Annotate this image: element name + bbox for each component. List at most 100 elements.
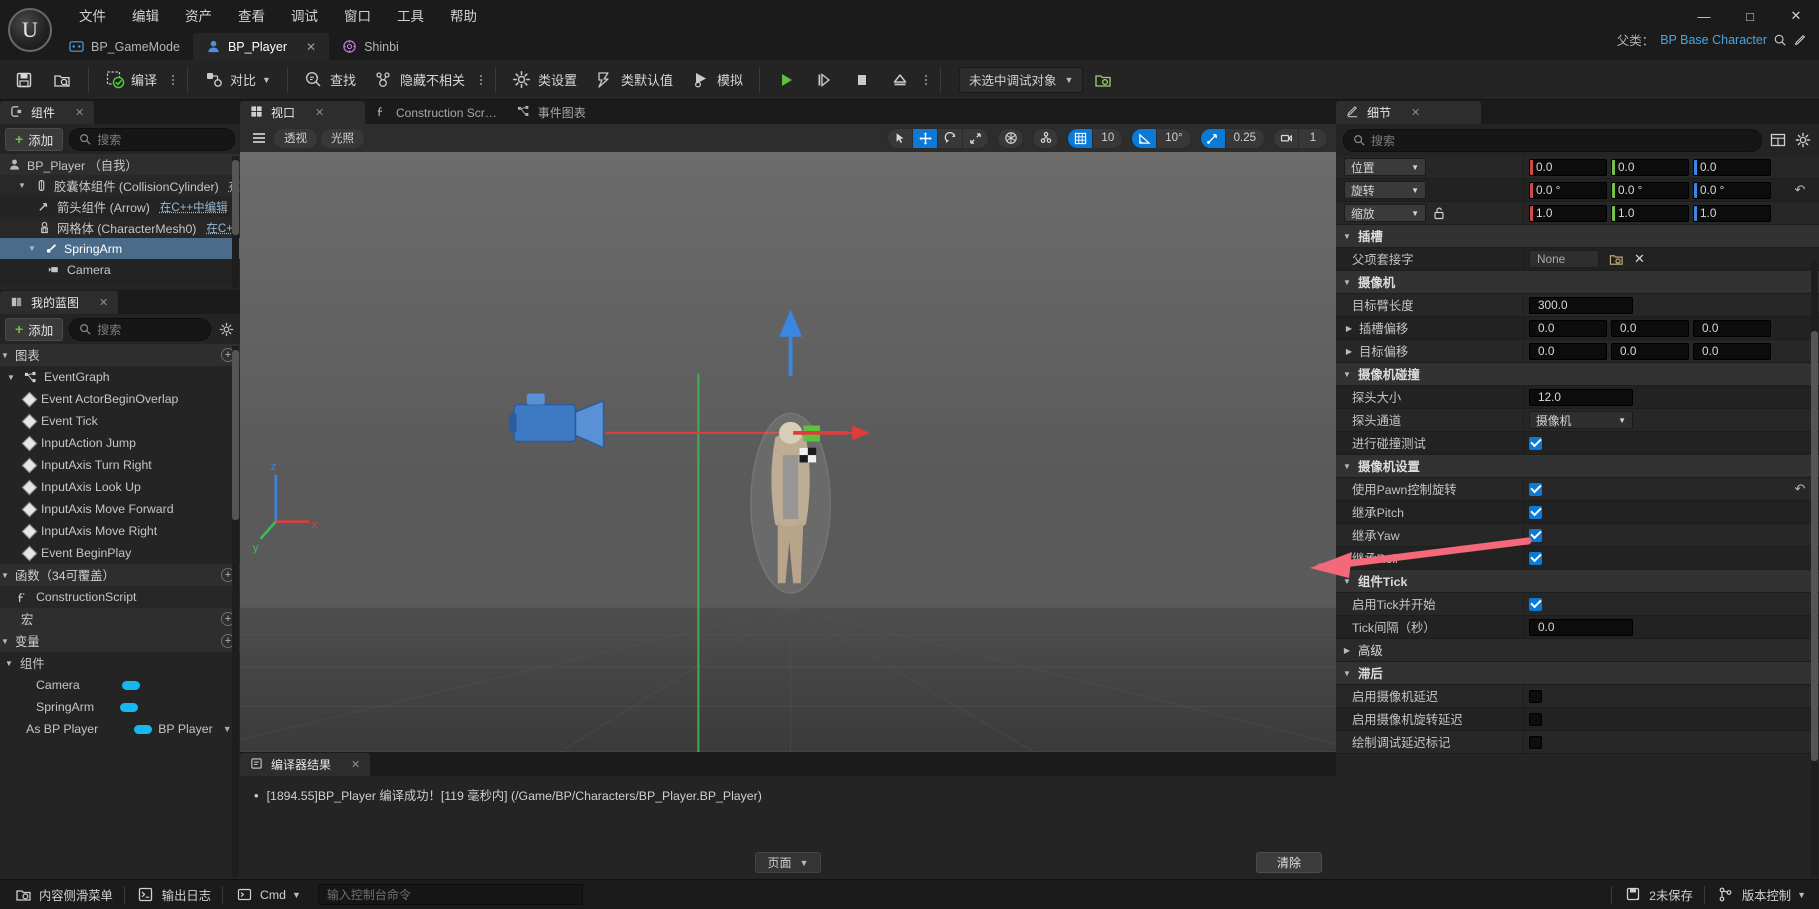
- tree-row[interactable]: 网格体 (CharacterMesh0) 在C+: [0, 217, 240, 238]
- scale-dropdown[interactable]: 缩放 ▼: [1344, 204, 1426, 222]
- chevron-down-icon[interactable]: ▼: [6, 373, 16, 382]
- cpp-edit-link[interactable]: 在C++中编辑: [160, 199, 228, 215]
- column-layout-icon[interactable]: [1769, 131, 1787, 149]
- tree-row-springarm[interactable]: ▼ SpringArm: [0, 238, 240, 259]
- angle-icon[interactable]: [1132, 128, 1158, 148]
- my-blueprint-scroll-thumb[interactable]: [232, 350, 239, 520]
- rotation-y-input[interactable]: 0.0 °: [1611, 181, 1689, 199]
- start-with-tick-enabled-checkbox[interactable]: [1529, 597, 1542, 611]
- viewport-lighting-button[interactable]: 光照: [321, 128, 364, 148]
- stop-button[interactable]: [844, 65, 880, 95]
- category-component-tick[interactable]: ▼ 组件Tick: [1336, 570, 1819, 593]
- tab-compiler-results[interactable]: 编译器结果 ✕: [240, 753, 371, 776]
- class-defaults-button[interactable]: 类默认值: [587, 65, 681, 95]
- surface-snap-button[interactable]: [1032, 127, 1060, 149]
- scale-icon[interactable]: [963, 129, 988, 148]
- category-sockets[interactable]: ▼ 插槽: [1336, 225, 1819, 248]
- section-functions[interactable]: ▼ 函数（34可覆盖） +: [0, 564, 240, 586]
- target-offset-z-input[interactable]: 0.0: [1693, 342, 1771, 360]
- chevron-right-icon[interactable]: ▶: [1344, 347, 1354, 356]
- details-scroll-thumb[interactable]: [1811, 331, 1818, 761]
- parent-socket-field[interactable]: None: [1529, 250, 1599, 268]
- tick-interval-input[interactable]: 0.0: [1529, 618, 1633, 636]
- menu-asset[interactable]: 资产: [172, 0, 225, 30]
- chevron-down-icon[interactable]: ▼: [0, 571, 10, 580]
- inherit-yaw-checkbox[interactable]: [1529, 528, 1542, 542]
- inherit-roll-checkbox[interactable]: [1529, 551, 1542, 565]
- menu-file[interactable]: 文件: [66, 0, 119, 30]
- scale-z-input[interactable]: 1.0: [1693, 204, 1771, 222]
- menu-view[interactable]: 查看: [225, 0, 278, 30]
- list-item-event[interactable]: Event Tick: [0, 410, 240, 432]
- list-item-event[interactable]: InputAxis Move Right: [0, 520, 240, 542]
- gear-icon[interactable]: [217, 320, 235, 338]
- variable-item-partial[interactable]: [0, 740, 240, 762]
- viewport-3d[interactable]: z y x: [240, 152, 1336, 752]
- simulate-button[interactable]: 模拟: [683, 65, 751, 95]
- step-button[interactable]: [806, 65, 842, 95]
- variable-item-as-bp-player[interactable]: As BP Player BP Player ▼: [0, 718, 240, 740]
- target-arm-length-input[interactable]: 300.0: [1529, 296, 1633, 314]
- category-advanced[interactable]: ▶ 高级: [1336, 639, 1819, 662]
- chevron-down-icon[interactable]: ▼: [0, 637, 10, 646]
- source-control-button[interactable]: 版本控制 ▼: [1705, 882, 1817, 908]
- chevron-right-icon[interactable]: ▶: [1342, 646, 1352, 655]
- close-icon[interactable]: ✕: [75, 106, 84, 119]
- move-icon[interactable]: [913, 128, 939, 148]
- enable-camera-rotation-lag-checkbox[interactable]: [1529, 712, 1542, 726]
- variable-item-springarm[interactable]: SpringArm: [0, 696, 240, 718]
- list-item-eventgraph[interactable]: ▼ EventGraph: [0, 366, 240, 388]
- hide-unrelated-options-button[interactable]: [475, 74, 487, 85]
- tab-details[interactable]: 细节 ✕: [1336, 101, 1481, 124]
- list-item-event[interactable]: InputAxis Look Up: [0, 476, 240, 498]
- chevron-down-icon[interactable]: ▼: [26, 244, 38, 253]
- camera-speed-value[interactable]: 1: [1299, 129, 1327, 148]
- rotation-dropdown[interactable]: 旋转 ▼: [1344, 181, 1426, 199]
- eject-button[interactable]: [882, 65, 918, 95]
- output-log-button[interactable]: 输出日志: [125, 882, 222, 908]
- parent-class-link[interactable]: BP Base Character: [1660, 33, 1767, 47]
- play-button[interactable]: [768, 65, 804, 95]
- compiler-result-line[interactable]: • [1894.55]BP_Player 编译成功！[119 毫秒内] (/Ga…: [254, 786, 1322, 804]
- document-tab-shinbi[interactable]: Shinbi: [329, 33, 412, 60]
- console-command-input[interactable]: 输入控制台命令: [317, 884, 583, 905]
- close-icon[interactable]: ✕: [306, 40, 316, 54]
- tab-construction-script[interactable]: Construction Scr…: [365, 101, 507, 124]
- section-macros[interactable]: 宏 +: [0, 608, 240, 630]
- components-search-input[interactable]: 搜索: [69, 127, 235, 151]
- inherit-pitch-checkbox[interactable]: [1529, 505, 1542, 519]
- chevron-down-icon[interactable]: ▼: [1342, 577, 1352, 586]
- details-search-input[interactable]: 搜索: [1343, 128, 1762, 152]
- target-offset-x-input[interactable]: 0.0: [1529, 342, 1607, 360]
- add-component-button[interactable]: + 添加: [5, 127, 64, 151]
- rotation-z-input[interactable]: 0.0 °: [1693, 181, 1771, 199]
- variable-group-components[interactable]: ▼ 组件: [0, 652, 240, 674]
- cpp-edit-link[interactable]: 在C+: [206, 220, 233, 236]
- compile-button[interactable]: 编译: [97, 65, 165, 95]
- pencil-icon[interactable]: [1793, 33, 1807, 47]
- do-collision-test-checkbox[interactable]: [1529, 436, 1542, 450]
- chevron-down-icon[interactable]: ▼: [16, 181, 28, 190]
- list-item-event[interactable]: InputAxis Move Forward: [0, 498, 240, 520]
- chevron-right-icon[interactable]: ▶: [1344, 324, 1354, 333]
- content-drawer-button[interactable]: 内容侧滑菜单: [2, 882, 124, 908]
- category-camera-settings[interactable]: ▼ 摄像机设置: [1336, 455, 1819, 478]
- components-scroll-thumb[interactable]: [232, 160, 239, 235]
- unlock-icon[interactable]: [1431, 206, 1447, 220]
- grid-snap-value[interactable]: 10: [1093, 129, 1122, 148]
- tab-viewport[interactable]: 视口 ✕: [240, 101, 365, 124]
- socket-offset-x-input[interactable]: 0.0: [1529, 319, 1607, 337]
- play-options-button[interactable]: [920, 74, 932, 85]
- tree-row[interactable]: Camera: [0, 259, 240, 280]
- menu-edit[interactable]: 编辑: [119, 0, 172, 30]
- add-blueprint-item-button[interactable]: + 添加: [5, 317, 64, 341]
- list-item-constructionscript[interactable]: ConstructionScript: [0, 586, 240, 608]
- browse-icon[interactable]: [1609, 252, 1624, 267]
- hamburger-icon[interactable]: [248, 129, 270, 147]
- chevron-down-icon[interactable]: ▼: [4, 659, 14, 668]
- category-camera[interactable]: ▼ 摄像机: [1336, 271, 1819, 294]
- surface-snap-icon[interactable]: [1033, 129, 1058, 148]
- document-tab-bp-gamemode[interactable]: BP_GameMode: [56, 33, 193, 60]
- document-tab-bp-player[interactable]: BP_Player ✕: [192, 33, 330, 60]
- socket-offset-y-input[interactable]: 0.0: [1611, 319, 1689, 337]
